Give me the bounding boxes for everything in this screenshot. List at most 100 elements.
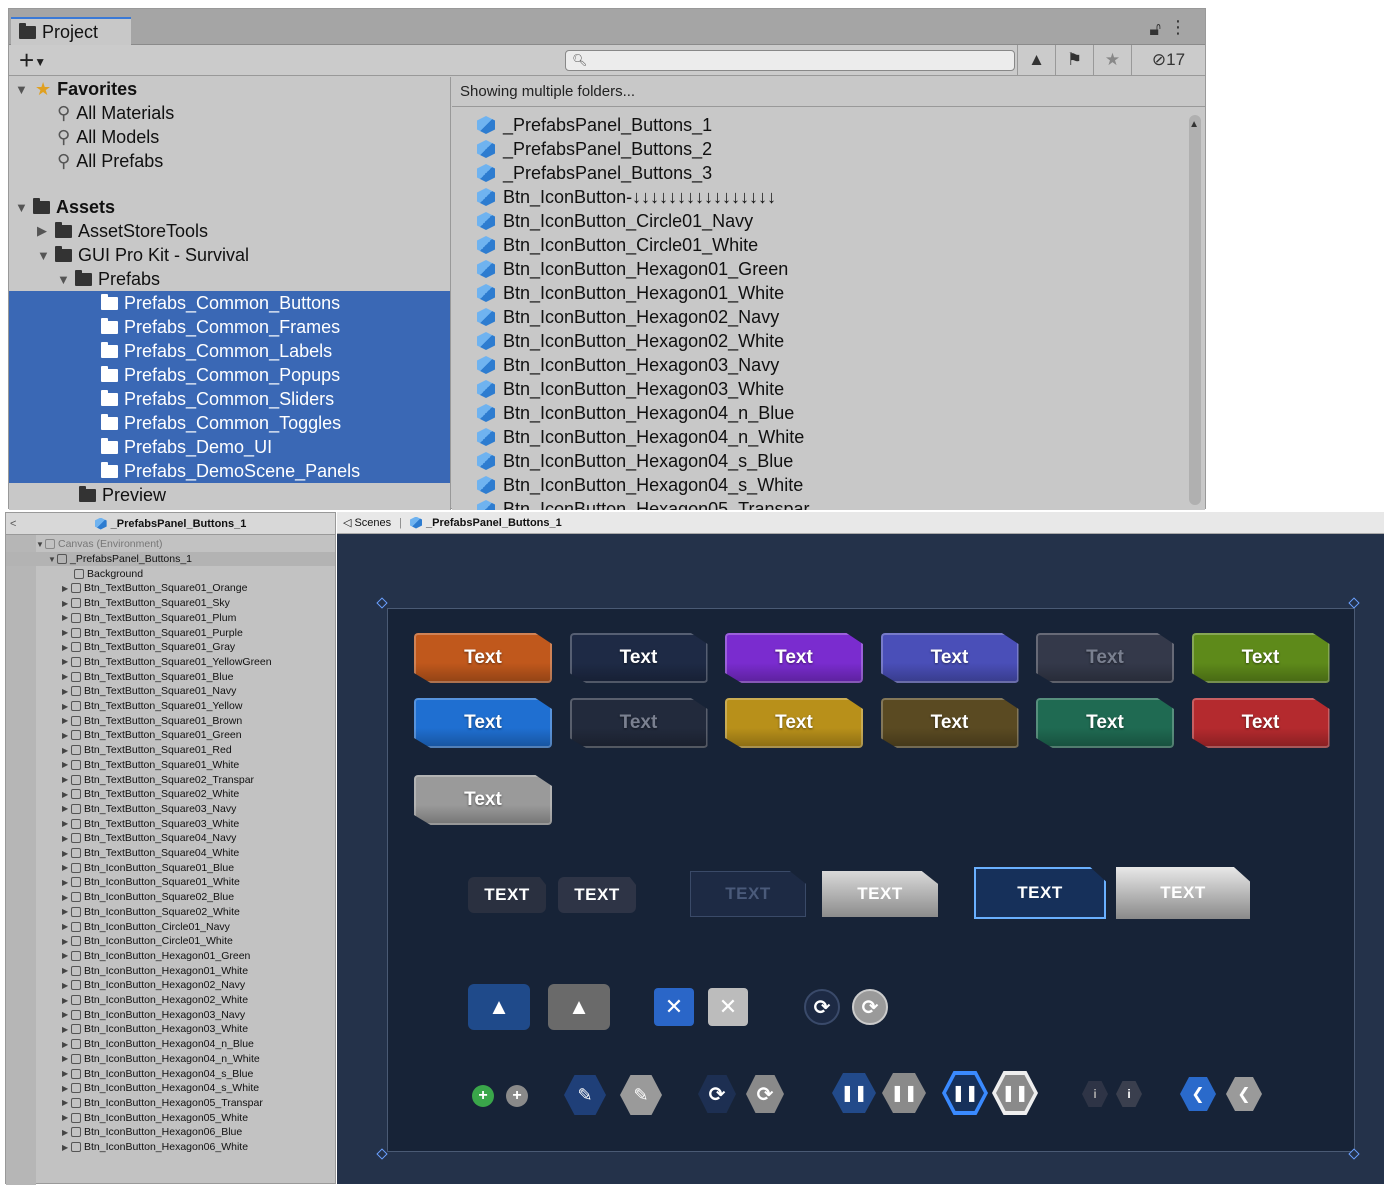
hierarchy-item[interactable]: ▶ Btn_IconButton_Hexagon02_Navy	[62, 978, 245, 993]
expand-arrow-icon[interactable]: ▶	[62, 1069, 71, 1078]
favorite-item[interactable]: ⚲ All Models	[57, 125, 159, 149]
hierarchy-item[interactable]: ▶ Btn_IconButton_Square02_White	[62, 905, 240, 920]
icon-button-circle01-white[interactable]: ⟳	[852, 989, 888, 1025]
folder-row-selected[interactable]: Prefabs_Common_Labels	[9, 339, 450, 363]
icon-button-hexagon05-white[interactable]: i	[1116, 1081, 1142, 1107]
expand-arrow-icon[interactable]: ▶	[62, 731, 71, 740]
text-button-square03-navy[interactable]: TEXT	[690, 871, 806, 917]
expand-arrow-icon[interactable]: ▶	[62, 716, 71, 725]
expand-arrow-icon[interactable]: ▶	[62, 1098, 71, 1107]
expand-arrow-icon[interactable]: ▶	[62, 1054, 71, 1063]
icon-button-hexagon04-n-white[interactable]: ❚❚	[882, 1073, 926, 1113]
scrollbar[interactable]	[1189, 115, 1201, 505]
folder-row-selected[interactable]: Prefabs_Common_Popups	[9, 363, 450, 387]
favorite-item[interactable]: ⚲ All Materials	[57, 101, 174, 125]
asset-item[interactable]: Btn_IconButton_Hexagon04_s_White	[477, 473, 803, 497]
hidden-packages-button[interactable]: ⊘ 17	[1131, 45, 1205, 75]
root-row[interactable]: ▼ _PrefabsPanel_Buttons_1	[6, 551, 335, 567]
icon-button-hexagon02-white[interactable]: ✎	[620, 1075, 662, 1115]
icon-button-hexagon03-white[interactable]: ⟳	[746, 1075, 784, 1113]
folder-row-selected[interactable]: Prefabs_Common_Toggles	[9, 411, 450, 435]
expand-arrow-icon[interactable]: ▶	[62, 834, 71, 843]
expand-arrow-icon[interactable]: ▼	[57, 272, 71, 287]
hierarchy-item[interactable]: ▶ Btn_IconButton_Hexagon04_n_White	[62, 1052, 260, 1067]
asset-item[interactable]: Btn_IconButton_Circle01_Navy	[477, 209, 753, 233]
hierarchy-item[interactable]: ▶ Btn_TextButton_Square01_Blue	[62, 669, 233, 684]
canvas-row[interactable]: ▼ Canvas (Environment)	[36, 537, 162, 552]
expand-arrow-icon[interactable]: ▶	[62, 907, 71, 916]
expand-arrow-icon[interactable]: ▶	[62, 775, 71, 784]
hierarchy-item[interactable]: ▶ Btn_IconButton_Hexagon04_n_Blue	[62, 1037, 254, 1052]
expand-arrow-icon[interactable]: ▶	[62, 863, 71, 872]
expand-arrow-icon[interactable]: ▶	[62, 790, 71, 799]
icon-button-circle01-navy[interactable]: ⟳	[804, 989, 840, 1025]
hierarchy-item[interactable]: ▶ Btn_TextButton_Square01_Yellow	[62, 699, 242, 714]
folder-row-selected[interactable]: Prefabs_Common_Sliders	[9, 387, 450, 411]
expand-arrow-icon[interactable]: ▶	[62, 804, 71, 813]
expand-arrow-icon[interactable]: ▶	[62, 981, 71, 990]
hierarchy-item[interactable]: ▶ Btn_IconButton_Square01_White	[62, 875, 240, 890]
expand-arrow-icon[interactable]: ▶	[62, 746, 71, 755]
canvas-rect[interactable]: Text Text Text Text Text Text Text Text Text Text…	[387, 608, 1355, 1152]
hierarchy-item[interactable]: ▶ Btn_TextButton_Square01_Red	[62, 743, 232, 758]
expand-arrow-icon[interactable]: ▶	[62, 628, 71, 637]
label-filter-button[interactable]: ⚑	[1055, 45, 1093, 75]
expand-arrow-icon[interactable]: ▶	[62, 599, 71, 608]
hierarchy-item[interactable]: ▶ Btn_TextButton_Square01_Orange	[62, 581, 247, 596]
expand-arrow-icon[interactable]: ▶	[62, 1010, 71, 1019]
add-button[interactable]: +▼	[19, 46, 46, 76]
expand-arrow-icon[interactable]: ▼	[48, 555, 57, 564]
icon-button-hexagon01-green[interactable]: +	[472, 1085, 494, 1107]
expand-arrow-icon[interactable]: ▼	[15, 82, 29, 97]
expand-arrow-icon[interactable]: ▶	[62, 1040, 71, 1049]
icon-button-hexagon06-white[interactable]: ❮	[1226, 1077, 1262, 1111]
resize-handle[interactable]	[376, 1148, 388, 1160]
hierarchy-item[interactable]: ▶ Btn_TextButton_Square01_White	[62, 758, 239, 773]
text-button-square02-transpar[interactable]: TEXT	[468, 877, 546, 913]
folder-row-selected[interactable]: Prefabs_DemoScene_Panels	[9, 459, 450, 483]
text-button-square04-white[interactable]: TEXT	[1116, 867, 1250, 919]
hierarchy-item[interactable]: ▶ Btn_IconButton_Hexagon05_White	[62, 1110, 248, 1125]
text-button[interactable]: Text	[880, 698, 1019, 748]
text-button-square02-white[interactable]: TEXT	[558, 877, 636, 913]
hierarchy-item[interactable]: ▶ Btn_TextButton_Square03_White	[62, 816, 239, 831]
scene-filter-button[interactable]: ▲	[1017, 45, 1055, 75]
expand-arrow-icon[interactable]: ▶	[62, 760, 71, 769]
asset-item[interactable]: Btn_IconButton_Hexagon03_Navy	[477, 353, 779, 377]
expand-arrow-icon[interactable]: ▶	[62, 966, 71, 975]
hierarchy-item[interactable]: ▶ Btn_TextButton_Square01_Navy	[62, 684, 236, 699]
expand-arrow-icon[interactable]: ▶	[62, 584, 71, 593]
expand-arrow-icon[interactable]: ▶	[62, 672, 71, 681]
resize-handle[interactable]	[1348, 597, 1360, 609]
hierarchy-item[interactable]: ▶ Btn_IconButton_Circle01_Navy	[62, 919, 230, 934]
text-button[interactable]: Text	[725, 633, 863, 683]
scroll-up-icon[interactable]: ▲	[1189, 119, 1199, 130]
hierarchy-item[interactable]: ▶ Btn_IconButton_Hexagon05_Transpar	[62, 1096, 263, 1111]
asset-item[interactable]: Btn_IconButton_Hexagon05_Transpar	[477, 497, 810, 510]
text-button[interactable]: Text	[1036, 698, 1174, 748]
text-button-square03-white[interactable]: TEXT	[822, 871, 938, 917]
expand-arrow-icon[interactable]: ▶	[37, 223, 51, 239]
expand-arrow-icon[interactable]: ▼	[15, 200, 29, 215]
asset-item[interactable]: Btn_IconButton-↓↓↓↓↓↓↓↓↓↓↓↓↓↓↓↓	[477, 185, 776, 209]
asset-item[interactable]: Btn_IconButton_Hexagon04_n_Blue	[477, 401, 794, 425]
icon-button-square02-white[interactable]: ✕	[708, 988, 748, 1026]
folder-row-selected[interactable]: Prefabs_Common_Buttons	[9, 291, 450, 315]
text-button[interactable]: Text	[1036, 633, 1174, 683]
hierarchy-item[interactable]: ▶ Btn_IconButton_Hexagon03_Navy	[62, 1007, 245, 1022]
asset-item[interactable]: _PrefabsPanel_Buttons_2	[477, 137, 712, 161]
icon-button-square01-white[interactable]: ▲	[548, 984, 610, 1030]
expand-arrow-icon[interactable]: ▶	[62, 643, 71, 652]
hierarchy-item[interactable]: ▶ Btn_TextButton_Square02_White	[62, 787, 239, 802]
asset-item[interactable]: Btn_IconButton_Hexagon01_Green	[477, 257, 788, 281]
expand-arrow-icon[interactable]: ▶	[62, 1143, 71, 1152]
assets-row[interactable]: ▼ Assets	[15, 195, 115, 219]
icon-button-hexagon02-navy[interactable]: ✎	[564, 1075, 606, 1115]
hierarchy-item[interactable]: ▶ Btn_TextButton_Square01_Gray	[62, 640, 235, 655]
breadcrumb-scenes[interactable]: Scenes	[354, 517, 391, 529]
back-icon[interactable]: <	[10, 518, 16, 530]
hierarchy-item[interactable]: ▶ Btn_TextButton_Square01_Plum	[62, 611, 236, 626]
text-button-square04-navy[interactable]: TEXT	[974, 867, 1106, 919]
hierarchy-item[interactable]: ▶ Btn_TextButton_Square04_White	[62, 846, 239, 861]
text-button[interactable]: Text	[569, 633, 708, 683]
